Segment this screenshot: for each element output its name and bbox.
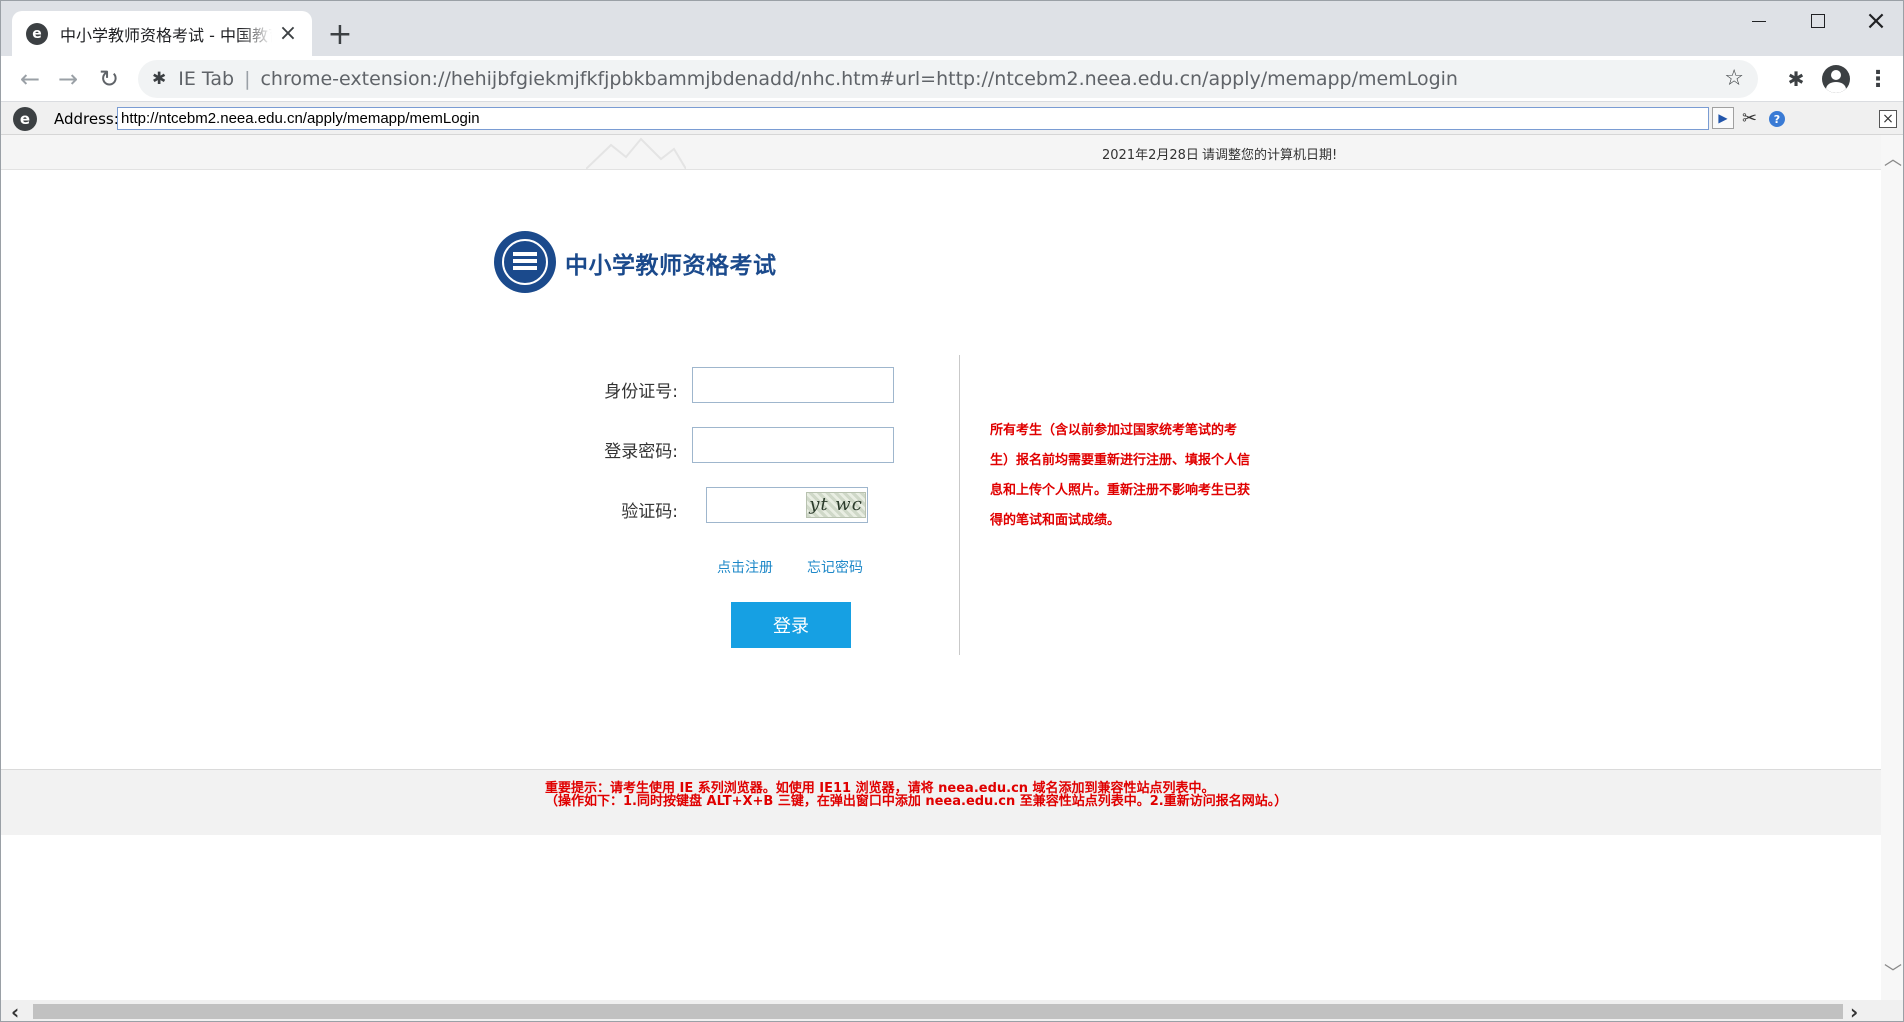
notice-line: 息和上传个人照片。重新注册不影响考生已获: [990, 483, 1251, 498]
back-arrow-icon[interactable]: ←: [13, 62, 47, 96]
tab-strip: e 中小学教师资格考试 - 中国教育考试网 × + ×: [1, 1, 1903, 56]
help-icon[interactable]: ?: [1769, 111, 1785, 127]
date-warning: 请调整您的计算机日期!: [1202, 148, 1338, 163]
browser-tab[interactable]: e 中小学教师资格考试 - 中国教育考试网 ×: [12, 11, 312, 56]
id-number-input[interactable]: [692, 367, 894, 403]
login-button[interactable]: 登录: [731, 602, 851, 648]
date-text: 2021年2月28日: [1102, 148, 1199, 163]
close-window-button[interactable]: ×: [1856, 6, 1896, 36]
omnibox[interactable]: ✱ IE Tab | chrome-extension://hehijbfgie…: [138, 60, 1758, 98]
scroll-right-icon[interactable]: ›: [1850, 1000, 1858, 1021]
close-icon[interactable]: ×: [1879, 110, 1897, 128]
browser-toolbar: ← → ↻ ✱ IE Tab | chrome-extension://hehi…: [1, 56, 1903, 102]
tab-title: 中小学教师资格考试 - 中国教育考试网: [60, 25, 272, 45]
omnibox-separator: |: [244, 68, 251, 90]
puzzle-icon[interactable]: ✱: [1779, 62, 1813, 96]
notice-line: 得的笔试和面试成绩。: [990, 513, 1121, 528]
close-icon[interactable]: ×: [278, 21, 298, 46]
plus-icon[interactable]: +: [324, 17, 356, 52]
site-title: 中小学教师资格考试: [565, 253, 777, 279]
star-icon[interactable]: ☆: [1724, 66, 1744, 91]
address-label: Address:: [54, 110, 119, 128]
omnibox-url[interactable]: chrome-extension://hehijbfgiekmjfkfjpbkb…: [260, 68, 1458, 90]
scroll-up-icon[interactable]: ︿: [1881, 145, 1903, 170]
scrollbar-corner: [1881, 1000, 1903, 1021]
footer-notice: 重要提示：请考生使用 IE 系列浏览器。如使用 IE11 浏览器，请将 neea…: [1, 769, 1881, 835]
ie-favicon-icon: e: [26, 22, 48, 45]
registration-notice: 所有考生（含以前参加过国家统考笔试的考 生）报名前均需要重新进行注册、填报个人信…: [990, 416, 1290, 536]
profile-icon[interactable]: [1819, 62, 1853, 96]
mountain-decoration-icon: [586, 137, 686, 169]
tools-icon[interactable]: ✂: [1742, 108, 1757, 129]
captcha-label: 验证码:: [621, 502, 678, 522]
forgot-password-link[interactable]: 忘记密码: [807, 557, 863, 577]
notice-line: 生）报名前均需要重新进行注册、填报个人信: [990, 453, 1251, 468]
register-link[interactable]: 点击注册: [717, 557, 773, 577]
kebab-menu-icon[interactable]: ⋮: [1861, 62, 1895, 96]
address-input[interactable]: [117, 107, 1709, 130]
footer-line-2: （操作如下：1.同时按键盘 ALT+X+B 三键，在弹出窗口中添加 neea.e…: [545, 794, 1288, 809]
page-viewport: 2021年2月28日 请调整您的计算机日期! 中小学教师资格考试 身份证号: 登…: [1, 135, 1881, 1000]
forward-arrow-icon[interactable]: →: [51, 62, 85, 96]
captcha-image[interactable]: yt wc: [806, 492, 866, 518]
id-number-label: 身份证号:: [604, 382, 678, 402]
top-info-bar: 2021年2月28日 请调整您的计算机日期!: [1, 135, 1881, 170]
notice-line: 所有考生（含以前参加过国家统考笔试的考: [990, 423, 1238, 438]
scroll-left-icon[interactable]: ‹: [11, 1000, 19, 1021]
vertical-divider: [959, 355, 960, 655]
ie-tab-bar: e Address: ▶ ✂ ? ×: [1, 102, 1903, 135]
scroll-down-icon[interactable]: ﹀: [1881, 959, 1903, 984]
site-logo: [494, 231, 556, 293]
password-label: 登录密码:: [604, 442, 678, 462]
puzzle-icon: ✱: [152, 69, 167, 89]
horizontal-scroll-thumb[interactable]: [33, 1004, 1843, 1019]
book-icon: [513, 252, 537, 272]
minimize-button[interactable]: [1739, 9, 1779, 33]
ie-favicon-icon: e: [13, 107, 37, 131]
omnibox-label: IE Tab: [178, 68, 235, 90]
horizontal-scrollbar[interactable]: ‹ ›: [1, 1000, 1881, 1021]
browser-window: e 中小学教师资格考试 - 中国教育考试网 × + × ← → ↻ ✱ IE T…: [0, 0, 1904, 1022]
vertical-scrollbar[interactable]: ︿ ﹀: [1881, 135, 1903, 1000]
reload-icon[interactable]: ↻: [92, 62, 126, 96]
maximize-button[interactable]: [1798, 9, 1838, 33]
password-input[interactable]: [692, 427, 894, 463]
go-arrow-icon[interactable]: ▶: [1712, 107, 1734, 129]
